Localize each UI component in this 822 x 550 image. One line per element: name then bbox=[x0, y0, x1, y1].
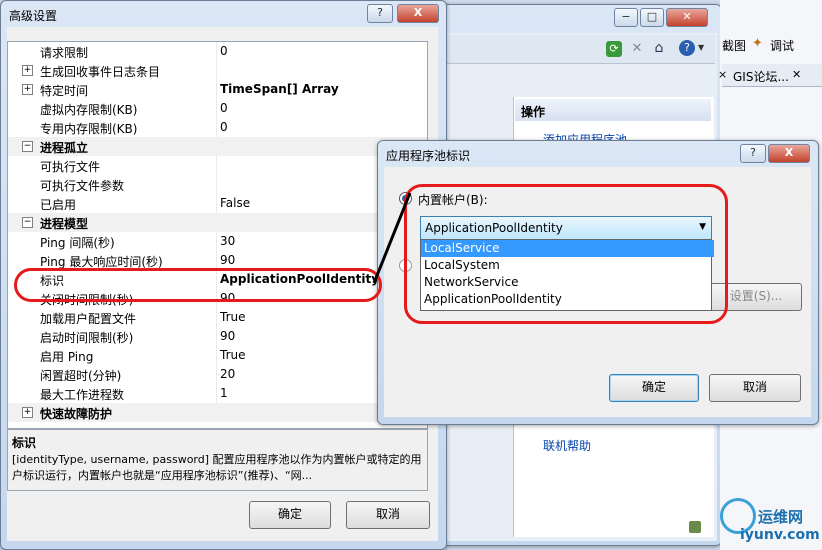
annotation-connector-line bbox=[372, 192, 412, 284]
